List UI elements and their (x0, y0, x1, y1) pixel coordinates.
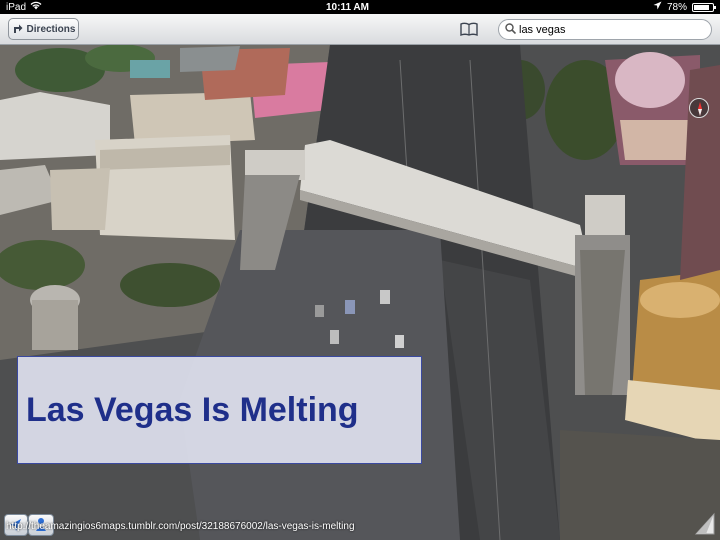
status-right: 78% (653, 1, 716, 13)
caption-box: Las Vegas Is Melting (17, 356, 422, 464)
directions-button[interactable]: Directions (8, 18, 79, 40)
battery-percent: 78% (666, 1, 687, 13)
map-view[interactable] (0, 45, 720, 540)
search-input[interactable] (519, 23, 699, 36)
location-arrow-icon (653, 1, 662, 13)
source-url: http://theamazingios6maps.tumblr.com/pos… (6, 521, 355, 532)
status-left: iPad (6, 1, 42, 13)
book-icon[interactable] (460, 22, 478, 37)
caption-title: Las Vegas Is Melting (26, 390, 359, 429)
status-time: 10:11 AM (326, 1, 369, 13)
wifi-icon (30, 1, 42, 13)
search-icon (505, 22, 517, 37)
turn-arrow-icon (12, 23, 23, 36)
battery-icon (691, 2, 716, 12)
directions-label: Directions (26, 23, 76, 35)
search-field[interactable] (498, 19, 712, 40)
status-bar: iPad 10:11 AM 78% (0, 0, 720, 14)
page-curl-icon[interactable] (694, 512, 716, 536)
compass-icon[interactable] (689, 98, 709, 118)
satellite-map-image (0, 45, 720, 540)
device-name: iPad (6, 1, 27, 13)
toolbar: Directions (0, 14, 720, 45)
